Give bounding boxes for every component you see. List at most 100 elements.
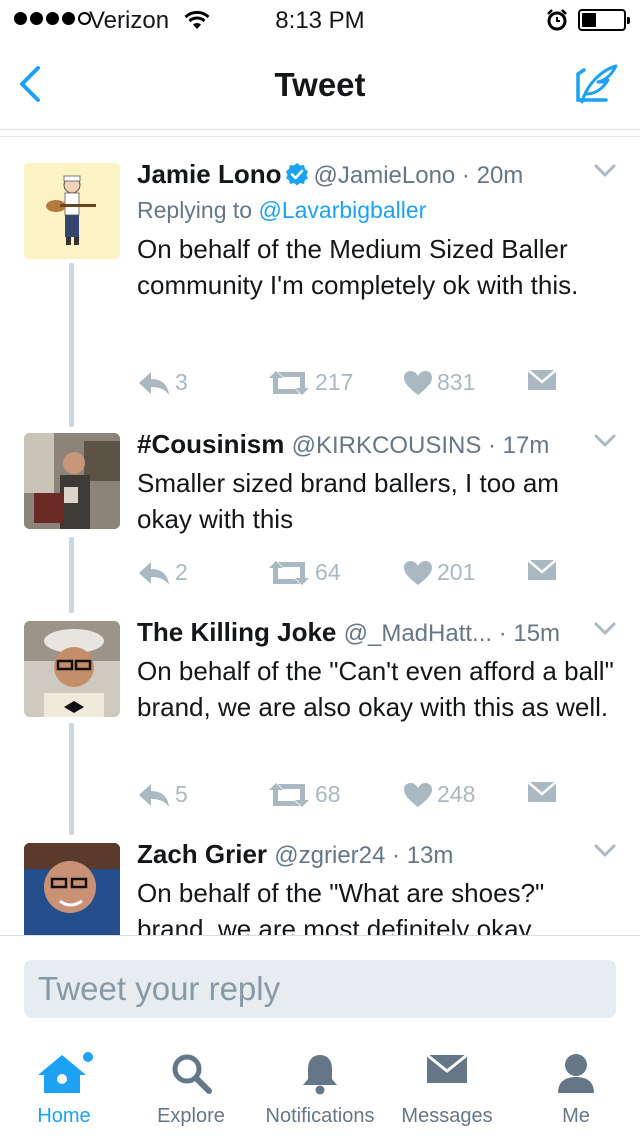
- heart-icon: [404, 370, 432, 395]
- navigation-bar: Tweet: [0, 40, 640, 130]
- tweet-text: On behalf of the "What are shoes?" brand…: [137, 878, 545, 935]
- envelope-icon: [527, 369, 557, 390]
- avatar[interactable]: [24, 843, 120, 935]
- reply-button[interactable]: 3: [137, 369, 188, 396]
- envelope-icon: [527, 559, 557, 580]
- retweet-button[interactable]: 64: [267, 559, 341, 586]
- tweet-actions: 2 64 201: [137, 559, 617, 589]
- author-name[interactable]: Jamie Lono: [137, 159, 281, 189]
- author-handle[interactable]: @zgrier24: [274, 842, 385, 869]
- reply-icon: [139, 783, 169, 807]
- reply-icon: [139, 371, 169, 395]
- like-button[interactable]: 831: [403, 369, 475, 396]
- replying-to-handle[interactable]: @Lavarbigballer: [258, 197, 426, 223]
- reply-bar: [0, 935, 640, 1037]
- direct-message-button[interactable]: [527, 369, 557, 391]
- replying-to: Replying to @Lavarbigballer: [137, 197, 427, 223]
- reply-count: 5: [175, 781, 188, 807]
- retweet-icon: [269, 370, 309, 395]
- search-icon: [172, 1054, 212, 1094]
- tweet-time: 20m: [476, 162, 524, 189]
- author-name[interactable]: #Cousinism: [137, 429, 284, 459]
- author-name[interactable]: Zach Grier: [137, 839, 267, 869]
- author-name[interactable]: The Killing Joke: [137, 617, 336, 647]
- reply-icon: [139, 561, 169, 585]
- tweet-time: 15m: [513, 620, 561, 647]
- tweet-thread[interactable]: Jamie Lono @JamieLono · 20m Replying to @…: [0, 137, 640, 935]
- like-count: 831: [437, 369, 476, 395]
- thread-connector: [69, 723, 74, 835]
- retweet-count: 64: [315, 559, 341, 585]
- author-handle[interactable]: @KIRKCOUSINS: [292, 432, 482, 459]
- tweet-time: 17m: [502, 432, 550, 459]
- thread-connector: [69, 537, 74, 613]
- battery-icon: [578, 9, 630, 31]
- tweet-header: Zach Grier @zgrier24 · 13m: [137, 839, 454, 869]
- tab-me[interactable]: Me: [526, 1037, 626, 1136]
- retweet-button[interactable]: 68: [267, 781, 341, 808]
- tab-label: Notifications: [265, 1105, 375, 1127]
- person-icon: [558, 1054, 594, 1093]
- reply-count: 3: [175, 369, 188, 395]
- tab-messages[interactable]: Messages: [397, 1037, 497, 1136]
- like-count: 248: [437, 781, 476, 807]
- like-button[interactable]: 248: [403, 781, 475, 808]
- tweet-actions: 5 68 248: [137, 781, 617, 811]
- tweet-text: On behalf of the "Can't even afford a ba…: [137, 656, 614, 722]
- reply-count: 2: [175, 559, 188, 585]
- chevron-down-icon[interactable]: [593, 843, 617, 859]
- reply-button[interactable]: 2: [137, 559, 188, 586]
- avatar-photo: [24, 433, 120, 529]
- retweet-icon: [269, 782, 309, 807]
- like-button[interactable]: 201: [403, 559, 475, 586]
- avatar-photo: [24, 843, 120, 935]
- direct-message-button[interactable]: [527, 559, 557, 581]
- like-count: 201: [437, 559, 476, 585]
- heart-icon: [404, 782, 432, 807]
- verified-badge-icon: [286, 163, 309, 186]
- envelope-icon: [426, 1053, 468, 1083]
- tab-label: Home: [37, 1105, 91, 1127]
- reply-button[interactable]: 5: [137, 781, 188, 808]
- status-time: 8:13 PM: [275, 7, 365, 34]
- tab-label: Explore: [157, 1105, 225, 1127]
- retweet-icon: [269, 560, 309, 585]
- retweet-count: 68: [315, 781, 341, 807]
- tab-home[interactable]: Home: [14, 1037, 114, 1136]
- tweet-text: Smaller sized brand ballers, I too am ok…: [137, 468, 559, 534]
- retweet-count: 217: [315, 369, 354, 395]
- reply-input[interactable]: [24, 960, 616, 1018]
- alarm-clock-icon: [547, 9, 567, 31]
- direct-message-button[interactable]: [527, 781, 557, 803]
- bell-icon: [303, 1055, 337, 1095]
- compose-tweet-icon[interactable]: [572, 60, 620, 108]
- home-icon: [38, 1052, 93, 1093]
- tab-label: Me: [562, 1105, 590, 1127]
- tweet-text: On behalf of the Medium Sized Baller com…: [137, 234, 579, 300]
- tweet-time: 13m: [406, 842, 454, 869]
- heart-icon: [404, 560, 432, 585]
- tab-explore[interactable]: Explore: [141, 1037, 241, 1136]
- chevron-down-icon[interactable]: [593, 433, 617, 449]
- page-title: Tweet: [274, 66, 366, 103]
- thread-connector: [69, 263, 74, 427]
- tweet-actions: 3 217 831: [137, 369, 617, 399]
- tab-notifications[interactable]: Notifications: [255, 1037, 385, 1136]
- avatar[interactable]: [24, 433, 120, 529]
- tweet-header: #Cousinism @KIRKCOUSINS · 17m: [137, 429, 550, 459]
- tab-bar: Home Explore Notifications Messages Me: [0, 1037, 640, 1136]
- tweet-header: The Killing Joke @_MadHatt... · 15m: [137, 617, 561, 647]
- tweet-header: Jamie Lono @JamieLono · 20m: [137, 159, 524, 189]
- retweet-button[interactable]: 217: [267, 369, 353, 396]
- envelope-icon: [527, 781, 557, 802]
- avatar-illustration: [24, 163, 120, 259]
- author-handle[interactable]: @JamieLono: [313, 162, 455, 189]
- chevron-down-icon[interactable]: [593, 621, 617, 637]
- avatar-photo: [24, 621, 120, 717]
- avatar[interactable]: [24, 621, 120, 717]
- avatar[interactable]: [24, 163, 120, 259]
- tab-label: Messages: [401, 1105, 493, 1127]
- chevron-down-icon[interactable]: [593, 163, 617, 179]
- status-bar: Verizon 8:13 PM: [0, 0, 640, 40]
- author-handle[interactable]: @_MadHatt...: [344, 620, 492, 647]
